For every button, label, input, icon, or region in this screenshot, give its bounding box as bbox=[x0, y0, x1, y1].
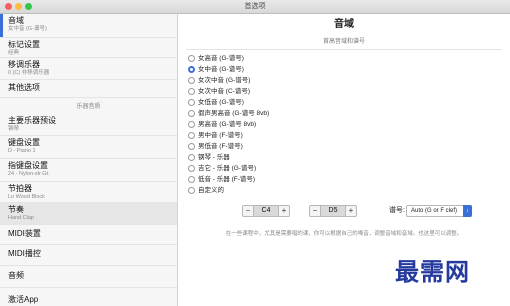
radio-button[interactable] bbox=[188, 110, 195, 117]
page-subtitle: 首高音域和谱号 bbox=[322, 39, 365, 45]
low-note-value: C4 bbox=[253, 206, 279, 216]
range-option-label: 女次中音 (C-谱号) bbox=[198, 88, 250, 95]
radio-button[interactable] bbox=[188, 176, 195, 183]
radio-button[interactable] bbox=[188, 99, 195, 106]
sidebar-item-audio[interactable]: 音频 bbox=[0, 266, 177, 288]
sidebar-item-rhythm[interactable]: 节奏 Hand Clap bbox=[0, 203, 177, 225]
sidebar-item-range[interactable]: 音域 女中音 (G-谱号) bbox=[0, 14, 177, 38]
range-option-label: 女低音 (G-谱号) bbox=[198, 99, 244, 106]
sidebar-item-label: 音频 bbox=[8, 271, 24, 280]
sidebar-item-sublabel: D - Piano 1 bbox=[8, 148, 36, 154]
chevron-updown-icon: ↕ bbox=[463, 205, 472, 217]
radio-button[interactable] bbox=[188, 154, 195, 161]
sidebar-item-label: MIDI装置 bbox=[8, 229, 41, 238]
sidebar-item-sublabel: 女中音 (G-谱号) bbox=[8, 26, 47, 32]
radio-button[interactable] bbox=[188, 165, 195, 172]
radio-button[interactable] bbox=[188, 121, 195, 128]
clef-select[interactable]: Auto (G or F clef) ↕ bbox=[406, 205, 472, 217]
sidebar-item-label: 标记设置 bbox=[8, 40, 40, 49]
range-option-label: 女次中音 (G-谱号) bbox=[198, 77, 251, 84]
range-controls: − C4 + − D5 + 谱号: Auto (G or F clef) ↕ bbox=[178, 205, 510, 219]
sidebar-item-sublabel: 经典 bbox=[8, 50, 20, 56]
range-footnote: 在一些课程中，尤其是需要唱的课，你可以根据自己的嗓音，调整音域和音域。也这里可以… bbox=[225, 231, 463, 237]
sidebar-item-sublabel: 0 (C) 非移调乐器 bbox=[8, 70, 50, 76]
sidebar-item-label: 节奏 bbox=[8, 205, 24, 214]
sidebar-item-label: 移调乐器 bbox=[8, 60, 40, 69]
sidebar-item-fingerboard[interactable]: 指键盘设置 24 - Nylon-str.Gt. bbox=[0, 159, 177, 182]
sidebar-item-label: MIDI播控 bbox=[8, 249, 41, 258]
clef-label: 谱号: bbox=[389, 207, 405, 214]
range-option-label: 女中音 (G-谱号) bbox=[198, 66, 244, 73]
sidebar-item-sublabel: 钢琴 bbox=[8, 126, 20, 132]
range-option-label: 男低音 (F-谱号) bbox=[198, 143, 243, 150]
sidebar-item-label: 音域 bbox=[8, 16, 24, 25]
radio-button[interactable] bbox=[188, 55, 195, 62]
sidebar-item-label: 主要乐器预设 bbox=[8, 116, 56, 125]
range-option-label: 自定义的 bbox=[198, 187, 224, 194]
range-option-label: 男中音 (F-谱号) bbox=[198, 132, 243, 139]
sidebar-item-midi-device[interactable]: MIDI装置 bbox=[0, 225, 177, 245]
sidebar-item-notation[interactable]: 标记设置 经典 bbox=[0, 38, 177, 58]
radio-button[interactable] bbox=[188, 88, 195, 95]
divider bbox=[186, 49, 502, 50]
sidebar-item-label: 激活App bbox=[8, 295, 39, 304]
sidebar-section-label: 乐器音质 bbox=[76, 104, 101, 110]
sidebar: 音域 女中音 (G-谱号) 标记设置 经典 移调乐器 0 (C) 非移调乐器 其… bbox=[0, 14, 178, 306]
radio-button[interactable] bbox=[188, 143, 195, 150]
radio-button[interactable] bbox=[188, 187, 195, 194]
high-note-value: D5 bbox=[320, 206, 346, 216]
sidebar-item-keyboard[interactable]: 键盘设置 D - Piano 1 bbox=[0, 136, 177, 159]
decrement-high-note-button[interactable]: − bbox=[310, 206, 320, 216]
range-option-label: 吉它 - 乐器 (G-谱号) bbox=[198, 165, 257, 172]
sidebar-item-label: 其他选项 bbox=[8, 83, 40, 92]
range-option-label: 女高音 (G-谱号) bbox=[198, 55, 244, 62]
watermark-logo: 最需网 bbox=[395, 257, 470, 286]
range-option-label: 钢琴 - 乐器 bbox=[198, 154, 230, 161]
sidebar-item-label: 键盘设置 bbox=[8, 138, 40, 147]
sidebar-item-midi-playback[interactable]: MIDI播控 bbox=[0, 245, 177, 266]
sidebar-item-label: 指键盘设置 bbox=[8, 161, 48, 170]
increment-low-note-button[interactable]: + bbox=[279, 206, 289, 216]
sidebar-item-other[interactable]: 其他选项 bbox=[0, 80, 177, 98]
range-option-label: 假声男高音 (G-谱号 8vb) bbox=[198, 110, 270, 117]
sidebar-item-sublabel: Hand Clap bbox=[8, 215, 34, 221]
range-option-label: 男高音 (G-谱号 8vb) bbox=[198, 121, 257, 128]
radio-button-selected[interactable] bbox=[188, 66, 195, 73]
range-option-label: 低音 - 乐器 (F-谱号) bbox=[198, 176, 256, 183]
sidebar-item-label: 节拍器 bbox=[8, 184, 32, 193]
window-title: 首选项 bbox=[244, 3, 266, 10]
clef-select-value: Auto (G or F clef) bbox=[411, 208, 458, 214]
increment-high-note-button[interactable]: + bbox=[346, 206, 356, 216]
sidebar-item-sublabel: Lo Wood Block bbox=[8, 194, 45, 200]
high-note-stepper[interactable]: − D5 + bbox=[309, 205, 357, 217]
radio-button[interactable] bbox=[188, 77, 195, 84]
sidebar-item-transposing[interactable]: 移调乐器 0 (C) 非移调乐器 bbox=[0, 58, 177, 80]
page-title: 音域 bbox=[334, 19, 354, 30]
sidebar-item-instrument-preset[interactable]: 主要乐器预设 钢琴 bbox=[0, 114, 177, 136]
sidebar-item-metronome[interactable]: 节拍器 Lo Wood Block bbox=[0, 182, 177, 203]
low-note-stepper[interactable]: − C4 + bbox=[242, 205, 290, 217]
window-titlebar: 首选项 bbox=[0, 0, 510, 14]
sidebar-item-sublabel: 24 - Nylon-str.Gt. bbox=[8, 171, 50, 177]
decrement-low-note-button[interactable]: − bbox=[243, 206, 253, 216]
radio-button[interactable] bbox=[188, 132, 195, 139]
sidebar-item-activate-app[interactable]: 激活App bbox=[0, 294, 177, 306]
